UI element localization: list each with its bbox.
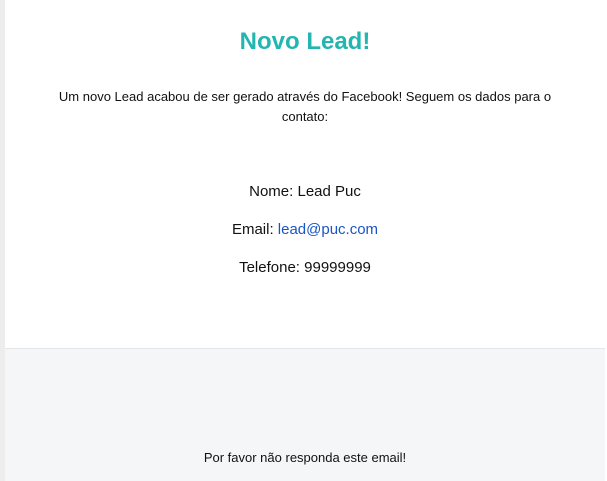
email-title: Novo Lead!	[239, 28, 371, 55]
lead-phone-row: Telefone: 99999999	[5, 258, 605, 278]
email-frame: Novo Lead! Um novo Lead acabou de ser ge…	[5, 0, 605, 481]
lead-name-row: Nome: Lead Puc	[5, 182, 605, 202]
lead-email-label: Email:	[231, 221, 278, 238]
lead-name-label: Nome:	[249, 183, 298, 200]
email-body-card: Novo Lead! Um novo Lead acabou de ser ge…	[5, 0, 605, 348]
lead-phone-value: 99999999	[304, 259, 371, 276]
email-footer: Por favor não responda este email!	[5, 348, 605, 481]
lead-name-value: Lead Puc	[297, 183, 361, 200]
email-intro-text: Um novo Lead acabou de ser gerado atravé…	[58, 89, 552, 124]
lead-phone-label: Telefone:	[239, 259, 305, 276]
lead-email-link[interactable]: lead@puc.com	[278, 221, 378, 238]
footer-notice: Por favor não responda este email!	[203, 450, 407, 465]
lead-email-row: Email: lead@puc.com	[5, 220, 605, 240]
